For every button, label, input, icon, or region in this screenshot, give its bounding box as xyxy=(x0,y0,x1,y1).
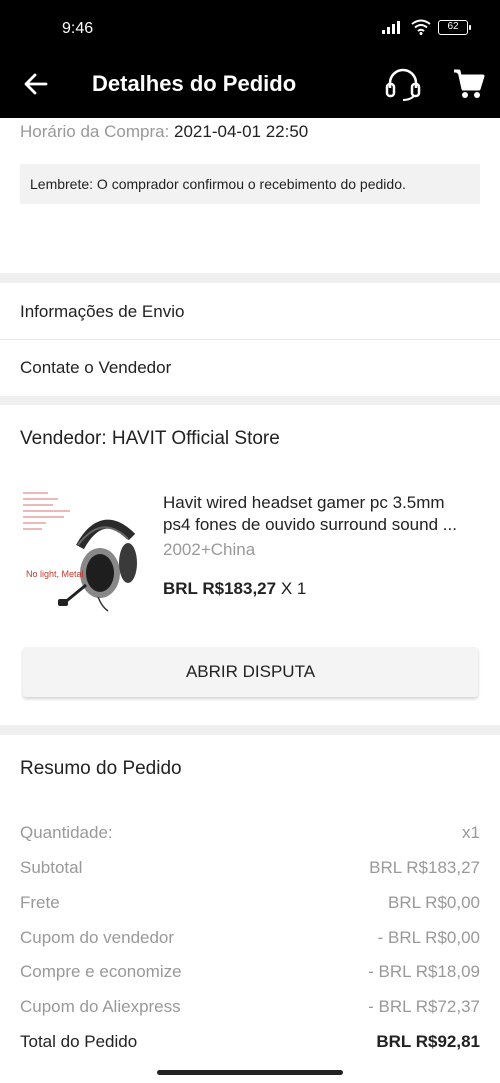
summary-row-value: BRL R$183,27 xyxy=(369,858,480,877)
page-title: Detalhes do Pedido xyxy=(92,71,297,96)
product-title[interactable]: Havit wired headset gamer pc 3.5mm ps4 f… xyxy=(163,492,481,536)
summary-row-label: Quantidade: xyxy=(20,823,113,842)
product-price-value: BRL R$183,27 xyxy=(163,579,277,598)
product-title-line1: Havit wired headset gamer pc 3.5mm xyxy=(163,493,445,512)
summary-row: Cupom do Aliexpress - BRL R$72,37 xyxy=(20,997,480,1021)
summary-row: Quantidade: x1 xyxy=(20,823,480,847)
product-image-caption: No light, Metal xyxy=(26,569,84,579)
summary-row-value: - BRL R$0,00 xyxy=(377,928,480,947)
status-icons: 62 xyxy=(382,19,471,35)
order-total-label: Total do Pedido xyxy=(20,1032,138,1051)
summary-row-value: - BRL R$18,09 xyxy=(368,962,480,981)
summary-row-label: Subtotal xyxy=(20,858,83,877)
product-title-line2: ps4 fones de ouvido surround sound ... xyxy=(163,515,457,534)
order-total-row: Total do Pedido BRL R$92,81 xyxy=(20,1032,480,1056)
summary-row-label: Cupom do Aliexpress xyxy=(20,997,181,1016)
product-quantity: X 1 xyxy=(280,579,307,598)
status-time: 9:46 xyxy=(62,20,94,37)
seller-name[interactable]: Vendedor: HAVIT Official Store xyxy=(20,428,280,450)
home-indicator[interactable] xyxy=(157,1070,343,1075)
arrow-left-icon[interactable] xyxy=(22,70,50,98)
product-price: BRL R$183,27 X 1 xyxy=(163,579,306,599)
purchase-time: Horário da Compra: 2021-04-01 22:50 xyxy=(20,122,308,142)
shipping-info-link[interactable]: Informações de Envio xyxy=(20,302,184,322)
summary-row-value: - BRL R$72,37 xyxy=(368,997,480,1016)
summary-row-value: x1 xyxy=(462,823,480,842)
summary-title: Resumo do Pedido xyxy=(20,758,182,779)
summary-row-label: Frete xyxy=(20,893,60,912)
status-bar: 9:46 62 xyxy=(0,0,500,52)
reminder-box: Lembrete: O comprador confirmou o recebi… xyxy=(20,164,480,204)
summary-row-label: Compre e economize xyxy=(20,962,182,981)
summary-row: Compre e economize - BRL R$18,09 xyxy=(20,962,480,986)
summary-row: Subtotal BRL R$183,27 xyxy=(20,858,480,882)
product-image[interactable]: No light, Metal xyxy=(20,487,146,613)
purchase-time-value: 2021-04-01 22:50 xyxy=(174,122,309,141)
app-bar: Detalhes do Pedido xyxy=(0,52,500,118)
signal-icon xyxy=(382,21,400,34)
wifi-icon xyxy=(411,19,431,35)
summary-row: Frete BRL R$0,00 xyxy=(20,893,480,917)
battery-icon: 62 xyxy=(438,19,471,35)
product-variant: 2002+China xyxy=(163,540,256,559)
summary-row-label: Cupom do vendedor xyxy=(20,928,175,947)
divider xyxy=(0,339,500,340)
purchase-time-label: Horário da Compra: xyxy=(20,122,170,141)
summary-row: Cupom do vendedor - BRL R$0,00 xyxy=(20,928,480,952)
headset-icon[interactable] xyxy=(384,66,422,102)
contact-seller-link[interactable]: Contate o Vendedor xyxy=(20,358,171,378)
open-dispute-button[interactable]: ABRIR DISPUTA xyxy=(23,647,478,697)
order-total-value: BRL R$92,81 xyxy=(376,1032,480,1051)
headset-product-image xyxy=(20,487,146,613)
summary-row-value: BRL R$0,00 xyxy=(388,893,480,912)
cart-icon[interactable] xyxy=(452,67,486,101)
